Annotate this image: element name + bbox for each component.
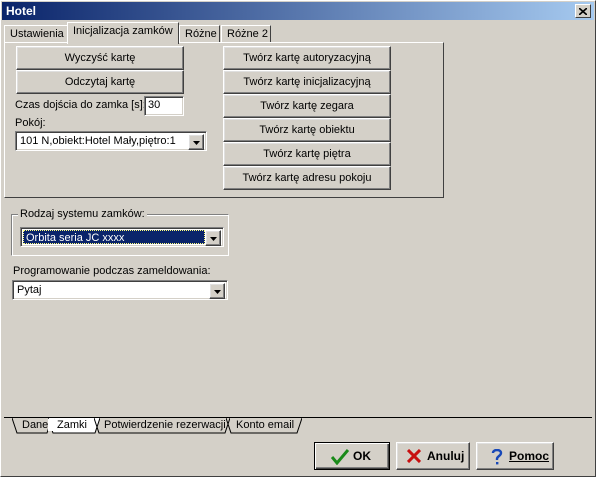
create-init-card-button[interactable]: Twórz kartę inicjalizacyjną bbox=[223, 70, 391, 94]
cancel-button-label: Anuluj bbox=[427, 449, 465, 463]
help-button-label: Pomoc bbox=[509, 449, 550, 463]
chevron-down-icon bbox=[214, 290, 221, 294]
lock-system-select[interactable]: Orbita seria JC xxxx bbox=[20, 227, 224, 247]
tab-label: Różne 2 bbox=[227, 28, 268, 40]
x-mark-icon bbox=[407, 449, 421, 463]
create-floor-card-button[interactable]: Twórz kartę piętra bbox=[223, 142, 391, 166]
access-time-label: Czas dojścia do zamka [s]: bbox=[15, 99, 146, 111]
ok-button-label: OK bbox=[353, 449, 371, 463]
room-select[interactable]: 101 N,obiekt:Hotel Mały,piętro:1 bbox=[15, 131, 207, 151]
bottom-tab-label: Konto email bbox=[236, 419, 295, 431]
checkin-programming-label: Programowanie podczas zameldowania: bbox=[13, 265, 211, 277]
bottom-tab-label: Potwierdzenie rezerwacji bbox=[104, 419, 226, 431]
room-select-value: 101 N,obiekt:Hotel Mały,piętro:1 bbox=[20, 135, 176, 147]
bottom-tab-dane[interactable]: Dane bbox=[12, 418, 52, 434]
bottom-tab-label: Dane bbox=[22, 419, 49, 431]
chevron-down-icon bbox=[193, 141, 200, 145]
close-button[interactable] bbox=[575, 4, 591, 18]
lock-system-value: Orbita seria JC xxxx bbox=[23, 230, 205, 244]
lock-system-label: Rodzaj systemu zamków: bbox=[18, 208, 147, 220]
bottom-tab-potwierdzenie-rezerwacji[interactable]: Potwierdzenie rezerwacji bbox=[94, 418, 230, 434]
chevron-down-icon bbox=[210, 237, 217, 241]
title-bar[interactable]: Hotel bbox=[2, 2, 594, 20]
bottom-tab-label: Zamki bbox=[48, 419, 91, 431]
create-room-address-card-button[interactable]: Twórz kartę adresu pokoju bbox=[223, 166, 391, 190]
checkin-programming-value: Pytaj bbox=[17, 284, 42, 296]
tab-inicjalizacja-zamkow[interactable]: Inicjalizacja zamków bbox=[67, 22, 179, 44]
tab-ustawienia[interactable]: Ustawienia bbox=[4, 25, 68, 43]
checkin-programming-select[interactable]: Pytaj bbox=[12, 280, 228, 300]
create-clock-card-button[interactable]: Twórz kartę zegara bbox=[223, 94, 391, 118]
read-card-button[interactable]: Odczytaj kartę bbox=[16, 70, 184, 94]
create-auth-card-button[interactable]: Twórz kartę autoryzacyjną bbox=[223, 46, 391, 70]
ok-button[interactable]: OK bbox=[314, 442, 390, 470]
lock-system-dropdown-button[interactable] bbox=[205, 230, 221, 246]
lock-system-group: Rodzaj systemu zamków: Orbita seria JC x… bbox=[11, 208, 229, 256]
checkin-programming-dropdown-button[interactable] bbox=[209, 283, 225, 299]
room-dropdown-button[interactable] bbox=[188, 134, 204, 150]
window-title: Hotel bbox=[6, 4, 36, 18]
help-button[interactable]: Pomoc bbox=[476, 442, 554, 470]
room-label: Pokój: bbox=[15, 117, 46, 129]
question-mark-icon bbox=[491, 449, 503, 465]
tab-rozne-2[interactable]: Różne 2 bbox=[221, 25, 271, 43]
cancel-button[interactable]: Anuluj bbox=[396, 442, 470, 470]
access-time-input[interactable]: 30 bbox=[144, 96, 184, 116]
bottom-tab-zamki[interactable]: Zamki bbox=[48, 418, 100, 434]
tab-rozne[interactable]: Różne bbox=[179, 25, 220, 43]
tab-label: Inicjalizacja zamków bbox=[73, 25, 173, 37]
clear-card-button[interactable]: Wyczyść kartę bbox=[16, 46, 184, 70]
create-object-card-button[interactable]: Twórz kartę obiektu bbox=[223, 118, 391, 142]
checkmark-icon bbox=[331, 449, 349, 465]
tab-label: Ustawienia bbox=[10, 28, 64, 40]
close-icon bbox=[579, 8, 587, 15]
init-tab-panel: Wyczyść kartę Odczytaj kartę Czas dojści… bbox=[4, 42, 444, 198]
tab-label: Różne bbox=[185, 28, 217, 40]
bottom-tab-konto-email[interactable]: Konto email bbox=[226, 418, 302, 434]
